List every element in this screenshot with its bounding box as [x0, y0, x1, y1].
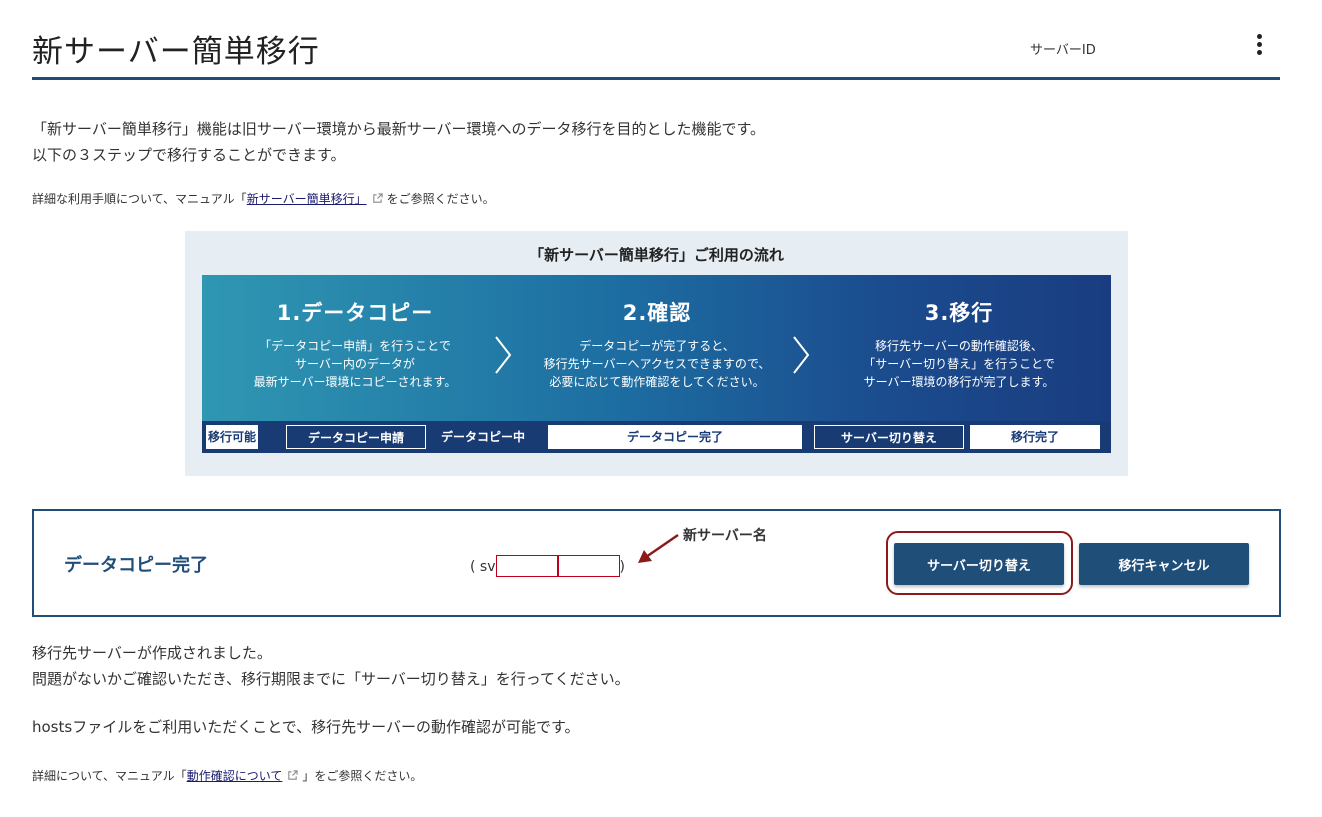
- flow-step-description: 移行先サーバーの動作確認後、 「サーバー切り替え」を行うことで サーバー環境の移…: [814, 337, 1104, 391]
- server-id-label: サーバーID: [1030, 43, 1096, 58]
- status-step: データコピー申請: [286, 425, 426, 449]
- detail-prefix: 詳細について、マニュアル「: [32, 769, 187, 783]
- server-name-suffix: ): [619, 559, 625, 575]
- flow-step-line: 最新サーバー環境にコピーされます。: [253, 375, 457, 389]
- page-title: 新サーバー簡単移行: [32, 34, 320, 70]
- redacted-field: [495, 555, 558, 577]
- status-card: データコピー完了 ( sv) 新サーバー名 サーバー切り替え 移行キャンセル: [32, 509, 1281, 617]
- status-step-current: データコピー完了: [548, 425, 802, 449]
- new-server-name: ( sv): [470, 555, 625, 577]
- flow-step-2: 2.確認 データコピーが完了すると、 移行先サーバーへアクセスできますので、 必…: [512, 275, 802, 391]
- detail-link[interactable]: 動作確認について: [187, 769, 283, 783]
- flow-diagram: 「新サーバー簡単移行」ご利用の流れ 1.データコピー 「データコピー申請」を行う…: [185, 231, 1128, 476]
- flow-step-line: サーバー環境の移行が完了します。: [863, 375, 1055, 389]
- redacted-field: [557, 555, 620, 577]
- flow-step-line: 「データコピー申請」を行うことで: [259, 339, 451, 353]
- external-link-icon: [288, 770, 298, 780]
- server-name-prefix: ( sv: [470, 559, 496, 575]
- manual-suffix: をご参照ください。: [386, 192, 495, 206]
- detail-reference: 詳細について、マニュアル「動作確認について 」をご参照ください。: [32, 767, 422, 784]
- annotation-label: 新サーバー名: [683, 528, 767, 544]
- intro-line-2: 以下の３ステップで移行することができます。: [32, 146, 346, 164]
- status-title: データコピー完了: [64, 555, 208, 576]
- intro-text: 「新サーバー簡単移行」機能は旧サーバー環境から最新サーバー環境へのデータ移行を目…: [32, 116, 765, 168]
- flow-panel: 1.データコピー 「データコピー申請」を行うことで サーバー内のデータが 最新サ…: [202, 275, 1111, 453]
- flow-step-line: 必要に応じて動作確認をしてください。: [549, 375, 765, 389]
- flow-step-heading: 1.データコピー: [276, 301, 434, 325]
- chevron-right-icon: [793, 336, 810, 374]
- flow-step-1: 1.データコピー 「データコピー申請」を行うことで サーバー内のデータが 最新サ…: [210, 275, 500, 391]
- flow-title: 「新サーバー簡単移行」ご利用の流れ: [529, 246, 784, 264]
- flow-step-line: 移行先サーバーへアクセスできますので、: [543, 357, 771, 371]
- external-link-icon: [372, 193, 383, 203]
- message-line-2: 問題がないかご確認いただき、移行期限までに「サーバー切り替え」を行ってください。: [32, 670, 630, 688]
- flow-step-description: データコピーが完了すると、 移行先サーバーへアクセスできますので、 必要に応じて…: [512, 337, 802, 391]
- manual-reference: 詳細な利用手順について、マニュアル「新サーバー簡単移行」 をご参照ください。: [32, 190, 495, 207]
- status-step: サーバー切り替え: [814, 425, 964, 449]
- message-line-1: 移行先サーバーが作成されました。: [32, 644, 272, 662]
- status-step: 移行完了: [970, 425, 1100, 449]
- flow-step-line: 「サーバー切り替え」を行うことで: [863, 357, 1055, 371]
- flow-step-heading: 2.確認: [622, 301, 692, 325]
- intro-line-1: 「新サーバー簡単移行」機能は旧サーバー環境から最新サーバー環境へのデータ移行を目…: [32, 120, 766, 138]
- arrow-pointer-icon: [638, 533, 679, 563]
- status-step: 移行可能: [206, 425, 258, 449]
- flow-step-line: 移行先サーバーの動作確認後、: [875, 339, 1043, 353]
- status-progress-bar: 移行可能 データコピー申請 データコピー中 データコピー完了 サーバー切り替え …: [202, 421, 1111, 453]
- manual-prefix: 詳細な利用手順について、マニュアル「: [32, 192, 247, 206]
- flow-step-line: データコピーが完了すると、: [579, 339, 735, 353]
- hosts-message: hostsファイルをご利用いただくことで、移行先サーバーの動作確認が可能です。: [32, 718, 580, 736]
- more-vertical-icon[interactable]: [1250, 32, 1268, 60]
- migration-cancel-button[interactable]: 移行キャンセル: [1079, 543, 1249, 585]
- detail-suffix: 」をご参照ください。: [302, 769, 423, 783]
- flow-step-3: 3.移行 移行先サーバーの動作確認後、 「サーバー切り替え」を行うことで サーバ…: [814, 275, 1104, 391]
- page-header: 新サーバー簡単移行 サーバーID: [32, 22, 1280, 80]
- status-message: 移行先サーバーが作成されました。 問題がないかご確認いただき、移行期限までに「サ…: [32, 640, 630, 692]
- flow-step-line: サーバー内のデータが: [295, 357, 415, 371]
- server-switch-button[interactable]: サーバー切り替え: [894, 543, 1064, 585]
- flow-step-description: 「データコピー申請」を行うことで サーバー内のデータが 最新サーバー環境にコピー…: [210, 337, 500, 391]
- chevron-right-icon: [495, 336, 512, 374]
- flow-step-heading: 3.移行: [924, 301, 994, 325]
- manual-link[interactable]: 新サーバー簡単移行」: [247, 192, 367, 206]
- status-step: データコピー中: [440, 430, 525, 444]
